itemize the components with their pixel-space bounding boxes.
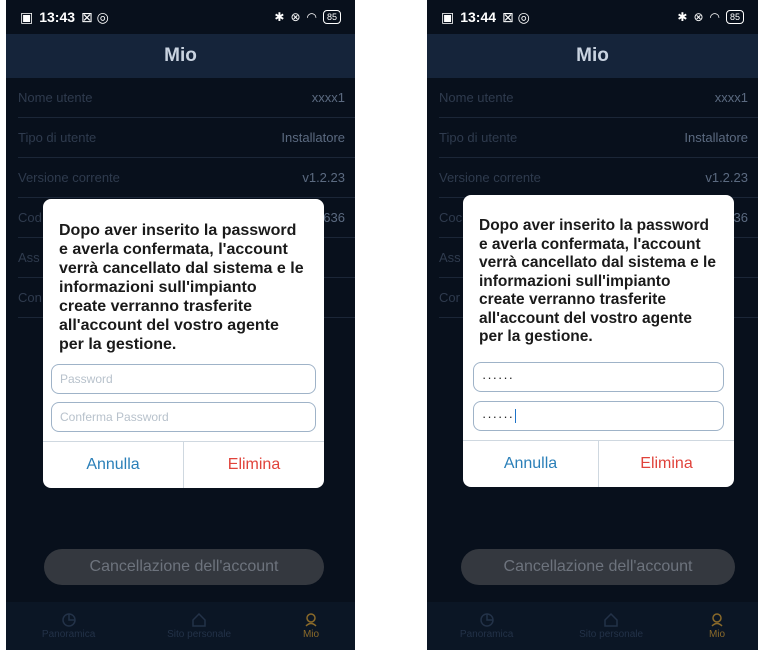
row-label: Ass [439,250,461,265]
row-label: Cod [18,210,42,225]
info-row-user-type: Tipo di utente Installatore [439,118,758,158]
row-value: Installatore [684,130,748,145]
row-label: Nome utente [439,90,514,105]
page-title: Mio [427,34,758,78]
tab-label: Panoramica [459,628,514,640]
user-icon [305,612,317,627]
row-label: Nome utente [18,90,93,105]
mute-icon: ⊗ [693,10,704,24]
tab-personal-site[interactable]: Sito personale [167,612,232,640]
confirm-password-input[interactable]: ······ [473,401,724,431]
tab-label: Mio [302,628,320,640]
tab-label: Mio [708,628,726,640]
phone-screen-right: ▣ 13:44 ⊠ ◎ ✱ ⊗ ◠ 85 Mio Nome utente xxxx… [427,0,758,650]
status-time: 13:44 [460,9,497,25]
row-value: xxxx1 [311,90,345,105]
phone-screen-left: ▣ 13:43 ⊠ ◎ ✱ ⊗ ◠ 85 Mio Nome utente xxxx… [6,0,355,650]
page-title: Mio [6,34,355,78]
row-label: Con [18,290,42,305]
delete-confirm-dialog: Dopo aver inserito la password e averla … [463,195,734,487]
row-value: v1.2.23 [302,170,345,185]
text-cursor [514,409,516,423]
pie-chart-icon [479,612,494,627]
tab-bar: Panoramica Sito personale Mio [427,602,758,650]
row-label: Tipo di utente [439,130,518,145]
password-input[interactable]: ······ [473,362,724,392]
mute-icon: ⊗ [290,10,301,24]
row-label: Coc [439,210,463,225]
bluetooth-icon: ✱ [677,10,688,24]
battery-icon: 85 [322,10,341,24]
delete-account-button[interactable]: Cancellazione dell'account [461,549,735,585]
password-input[interactable]: Password [51,364,316,394]
cancel-button[interactable]: Annulla [463,441,599,487]
row-label: Versione corrente [18,170,120,185]
info-row-version: Versione corrente v1.2.23 [18,158,355,198]
info-row-user-type: Tipo di utente Installatore [18,118,355,158]
row-label: Cor [439,290,460,305]
delete-confirm-dialog: Dopo aver inserito la password e averla … [43,199,324,488]
tab-mio[interactable]: Mio [302,612,320,640]
status-bar: ▣ 13:43 ⊠ ◎ ✱ ⊗ ◠ 85 [6,0,355,34]
tab-overview[interactable]: Panoramica [41,612,96,640]
user-icon [711,612,723,627]
bluetooth-icon: ✱ [274,10,285,24]
notification-icon: ⊠ ◎ [502,8,530,25]
row-value: 636 [323,210,345,225]
home-icon [604,612,618,627]
delete-button[interactable]: Elimina [599,441,734,487]
row-label: Ass [18,250,40,265]
tab-label: Panoramica [41,628,96,640]
cancel-button[interactable]: Annulla [43,442,184,488]
dialog-message: Dopo aver inserito la password e averla … [59,222,304,353]
row-value: v1.2.23 [705,170,748,185]
confirm-password-value: ······ [482,408,514,424]
info-row-username: Nome utente xxxx1 [18,78,355,118]
password-value: ······ [482,369,514,385]
pie-chart-icon [61,612,76,627]
info-row-username: Nome utente xxxx1 [439,78,758,118]
sim-icon: ▣ [20,8,34,25]
wifi-icon: ◠ [709,10,720,24]
dialog-message: Dopo aver inserito la password e averla … [479,217,716,345]
row-value: Installatore [281,130,345,145]
status-time: 13:43 [39,9,76,25]
battery-icon: 85 [725,10,744,24]
info-row-version: Versione corrente v1.2.23 [439,158,758,198]
row-value: xxxx1 [714,90,748,105]
dialog-actions: Annulla Elimina [463,440,734,487]
wifi-icon: ◠ [306,10,317,24]
tab-overview[interactable]: Panoramica [459,612,514,640]
tab-bar: Panoramica Sito personale Mio [6,602,355,650]
row-label: Versione corrente [439,170,541,185]
sim-icon: ▣ [441,8,455,25]
tab-label: Sito personale [579,628,644,640]
tab-mio[interactable]: Mio [708,612,726,640]
row-label: Tipo di utente [18,130,97,145]
home-icon [192,612,206,627]
notification-icon: ⊠ ◎ [81,8,109,25]
confirm-password-input[interactable]: Conferma Password [51,402,316,432]
delete-account-button[interactable]: Cancellazione dell'account [44,549,324,585]
tab-personal-site[interactable]: Sito personale [579,612,644,640]
dialog-actions: Annulla Elimina [43,441,324,488]
tab-label: Sito personale [167,628,232,640]
delete-button[interactable]: Elimina [184,442,324,488]
status-bar: ▣ 13:44 ⊠ ◎ ✱ ⊗ ◠ 85 [427,0,758,34]
